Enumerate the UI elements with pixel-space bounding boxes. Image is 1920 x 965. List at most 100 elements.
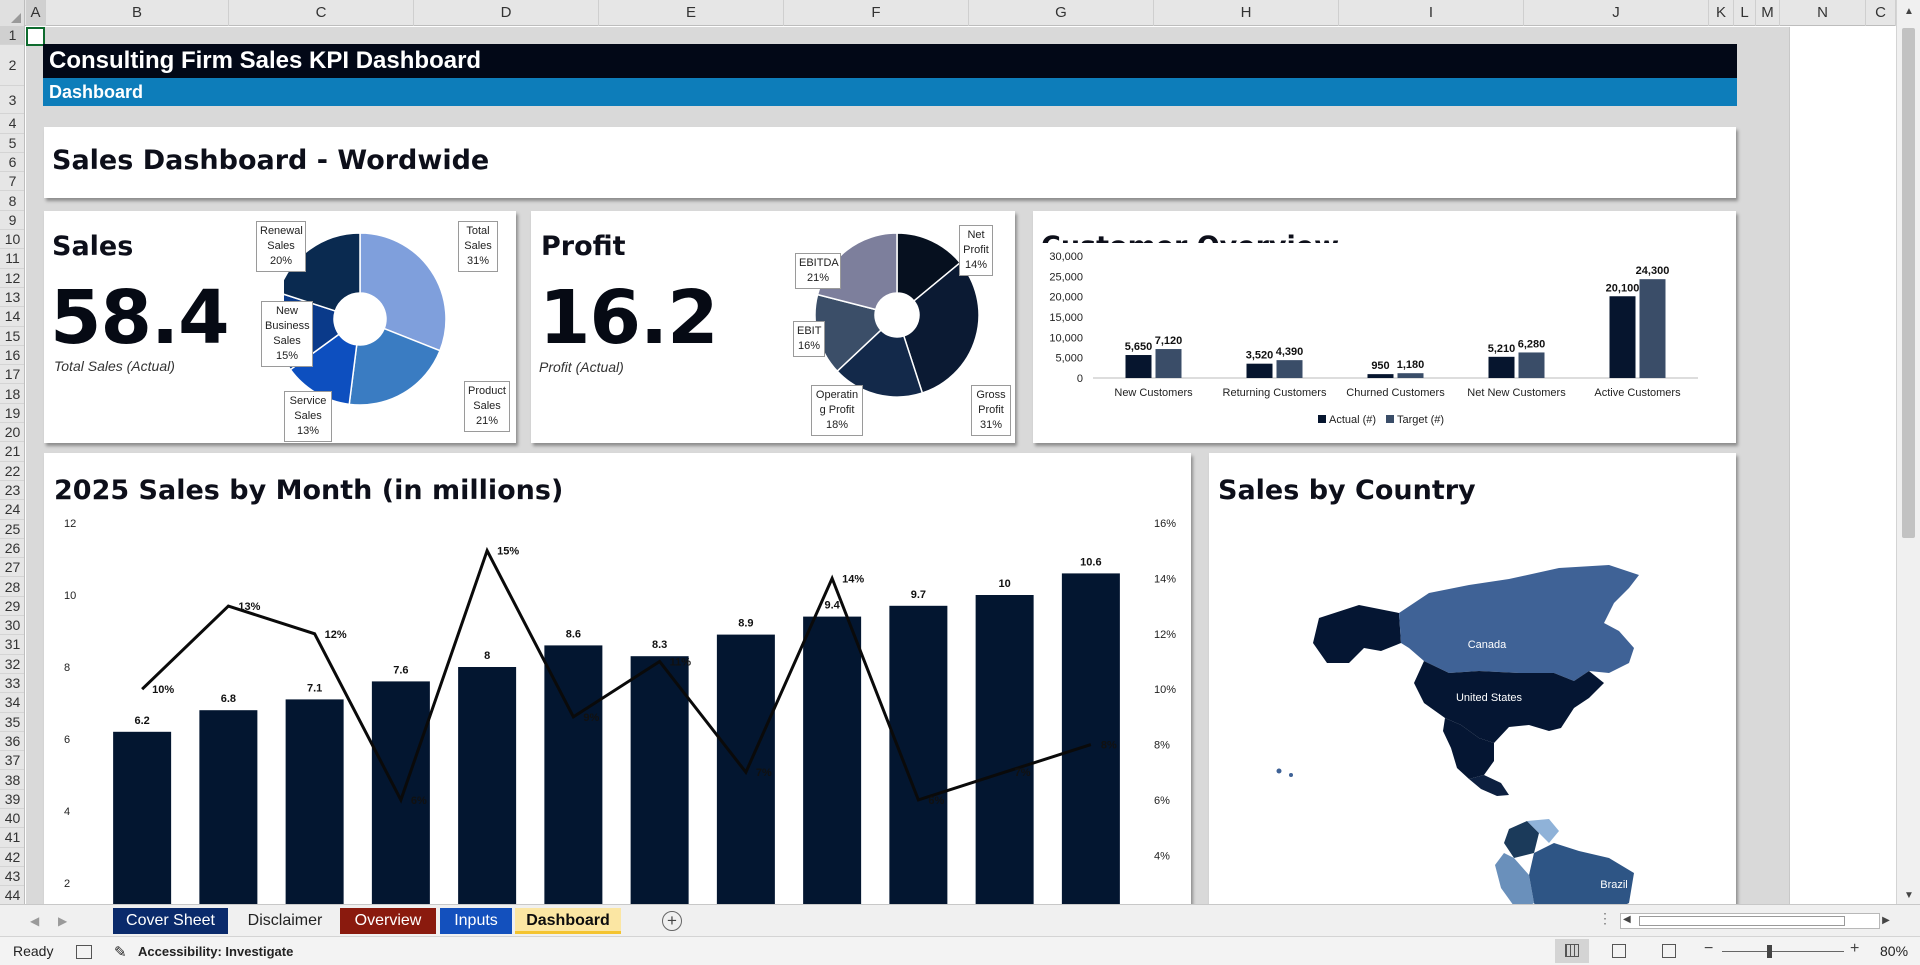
row-header[interactable]: 39 <box>0 790 24 810</box>
column-header[interactable]: A <box>26 0 46 26</box>
scroll-left-icon[interactable]: ◀ <box>1623 914 1631 925</box>
column-header[interactable]: H <box>1154 0 1339 26</box>
sheet-tab[interactable]: Overview <box>340 908 436 934</box>
column-header[interactable]: L <box>1734 0 1756 26</box>
zoom-slider-thumb[interactable] <box>1767 945 1772 958</box>
row-header[interactable]: 4 <box>0 114 24 134</box>
row-header[interactable]: 24 <box>0 500 24 520</box>
row-header[interactable]: 40 <box>0 809 24 829</box>
row-header[interactable]: 9 <box>0 211 24 231</box>
column-header[interactable]: F <box>784 0 969 26</box>
row-header[interactable]: 14 <box>0 307 24 327</box>
column-header[interactable]: I <box>1339 0 1524 26</box>
month-bar <box>889 605 948 904</box>
zoom-level[interactable]: 80% <box>1880 943 1908 959</box>
column-header[interactable]: G <box>969 0 1154 26</box>
zoom-slider[interactable] <box>1722 951 1844 952</box>
row-header[interactable]: 44 <box>0 886 24 904</box>
sheet-tab[interactable]: Inputs <box>440 908 512 934</box>
vertical-scroll-thumb[interactable] <box>1902 28 1915 538</box>
horizontal-scrollbar[interactable]: ◀ <box>1620 913 1880 929</box>
row-header[interactable]: 13 <box>0 288 24 308</box>
select-all-corner[interactable] <box>0 0 25 26</box>
page-break-view-icon[interactable] <box>1662 944 1676 958</box>
accessibility-status[interactable]: Accessibility: Investigate <box>138 944 293 959</box>
row-header[interactable]: 27 <box>0 558 24 578</box>
row-header[interactable]: 7 <box>0 172 24 192</box>
map-label-brazil: Brazil <box>1600 879 1628 891</box>
row-header[interactable]: 12 <box>0 269 24 288</box>
empty-cells-region[interactable] <box>1789 27 1896 904</box>
y-left-tick-label: 2 <box>64 878 70 890</box>
column-header[interactable]: B <box>46 0 229 26</box>
row-header[interactable]: 2 <box>0 45 24 87</box>
row-header[interactable]: 1 <box>0 26 24 46</box>
add-sheet-icon[interactable]: + <box>662 911 682 931</box>
row-header[interactable]: 15 <box>0 327 24 346</box>
macro-recording-icon[interactable] <box>76 945 92 959</box>
column-header[interactable]: J <box>1524 0 1709 26</box>
sheet-tab[interactable]: Disclaimer <box>233 908 337 934</box>
tab-splitter-icon[interactable]: ⋮ <box>1598 910 1612 927</box>
row-header[interactable]: 3 <box>0 86 24 115</box>
vertical-scrollbar[interactable]: ▲ ▼ <box>1896 0 1920 904</box>
row-header[interactable]: 23 <box>0 481 24 501</box>
row-header[interactable]: 8 <box>0 192 24 211</box>
row-header[interactable]: 6 <box>0 153 24 173</box>
scroll-up-icon[interactable]: ▲ <box>1904 6 1914 17</box>
normal-view-icon[interactable] <box>1555 939 1589 963</box>
scroll-right-icon[interactable]: ▶ <box>1878 913 1894 929</box>
row-header[interactable]: 37 <box>0 751 24 771</box>
callout-ebit: EBIT 16% <box>793 321 825 357</box>
column-header[interactable]: C <box>229 0 414 26</box>
scroll-down-icon[interactable]: ▼ <box>1904 890 1914 901</box>
row-header[interactable]: 30 <box>0 616 24 636</box>
worksheet-area[interactable]: Consulting Firm Sales KPI Dashboard Dash… <box>26 27 1896 904</box>
row-header[interactable]: 21 <box>0 442 24 462</box>
row-header[interactable]: 28 <box>0 578 24 597</box>
prev-sheet-icon[interactable]: ◀ <box>30 914 39 928</box>
sheet-tab[interactable]: Dashboard <box>515 908 621 934</box>
row-header[interactable]: 36 <box>0 732 24 752</box>
column-header[interactable]: M <box>1756 0 1780 26</box>
row-header[interactable]: 17 <box>0 365 24 385</box>
row-header[interactable]: 20 <box>0 423 24 443</box>
column-header[interactable]: C <box>1866 0 1896 26</box>
growth-line <box>141 546 1092 804</box>
row-header[interactable]: 41 <box>0 828 24 848</box>
x-category-label: Active Customers <box>1594 387 1681 399</box>
row-header[interactable]: 34 <box>0 693 24 713</box>
row-header[interactable]: 32 <box>0 655 24 674</box>
row-header[interactable]: 29 <box>0 597 24 617</box>
horizontal-scroll-thumb[interactable] <box>1639 916 1845 926</box>
row-header[interactable]: 33 <box>0 674 24 694</box>
row-header[interactable]: 5 <box>0 134 24 153</box>
row-header[interactable]: 10 <box>0 230 24 250</box>
sales-by-country-title: Sales by Country <box>1218 475 1476 506</box>
column-header[interactable]: D <box>414 0 599 26</box>
zoom-out-icon[interactable]: − <box>1704 940 1713 958</box>
column-header[interactable]: E <box>599 0 784 26</box>
row-header[interactable]: 11 <box>0 249 24 269</box>
y-left-tick-label: 6 <box>64 734 70 746</box>
callout-service-sales: Service Sales 13% <box>284 391 332 442</box>
row-header[interactable]: 38 <box>0 771 24 790</box>
next-sheet-icon[interactable]: ▶ <box>58 914 67 928</box>
row-header[interactable]: 22 <box>0 462 24 481</box>
accessibility-icon[interactable]: ✎ <box>114 943 127 961</box>
row-header[interactable]: 35 <box>0 713 24 732</box>
row-header[interactable]: 43 <box>0 867 24 887</box>
row-header[interactable]: 19 <box>0 404 24 424</box>
sales-card-title: Sales <box>52 231 134 262</box>
row-header[interactable]: 31 <box>0 635 24 655</box>
sheet-tab[interactable]: Cover Sheet <box>113 908 228 934</box>
zoom-in-icon[interactable]: + <box>1850 940 1859 958</box>
row-header[interactable]: 42 <box>0 848 24 867</box>
row-header[interactable]: 18 <box>0 385 24 404</box>
page-layout-view-icon[interactable] <box>1612 944 1626 958</box>
row-header[interactable]: 25 <box>0 520 24 539</box>
row-header[interactable]: 16 <box>0 346 24 366</box>
column-header[interactable]: K <box>1709 0 1734 26</box>
row-header[interactable]: 26 <box>0 539 24 559</box>
column-header[interactable]: N <box>1780 0 1866 26</box>
